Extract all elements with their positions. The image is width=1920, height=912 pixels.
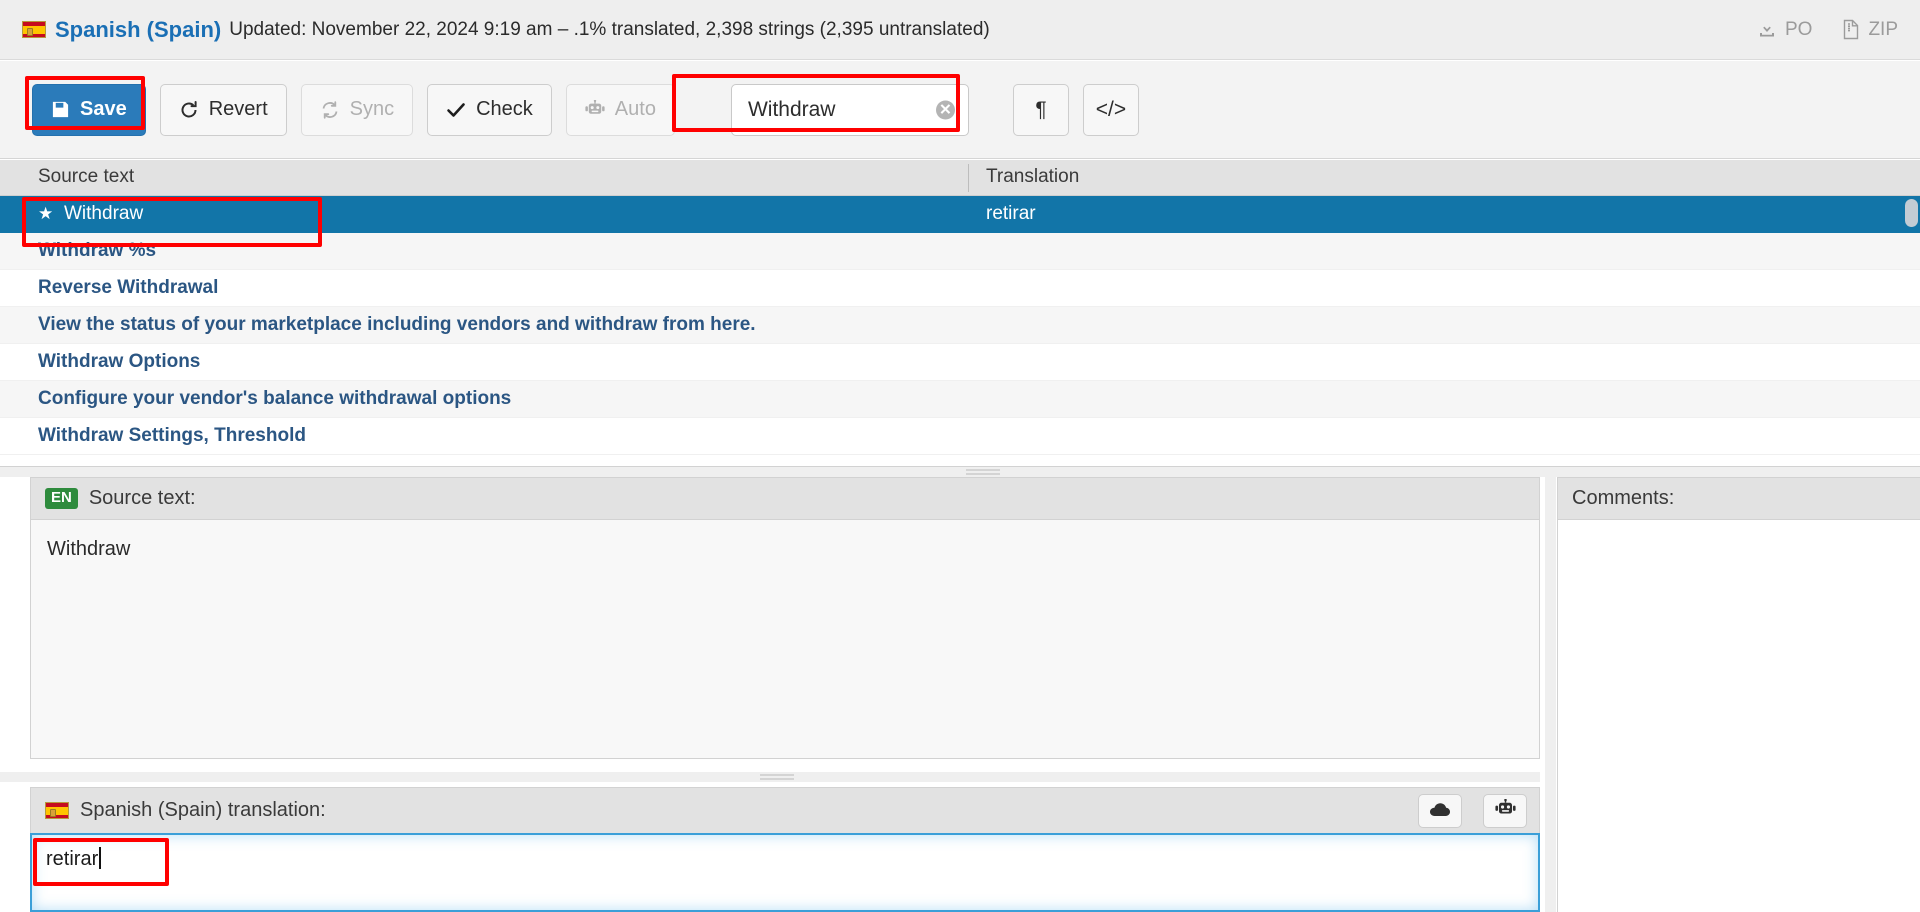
check-label: Check bbox=[476, 98, 533, 120]
star-icon[interactable]: ★ bbox=[38, 204, 53, 224]
header-download-links: PO ZIP bbox=[1757, 19, 1898, 41]
source-text-panel: EN Source text: Withdraw bbox=[30, 477, 1540, 759]
sync-label: Sync bbox=[349, 98, 395, 120]
column-header-source[interactable]: Source text bbox=[38, 166, 134, 188]
string-list[interactable]: ★ Withdraw retirar Withdraw %s Reverse Withd… bbox=[0, 196, 1920, 467]
row-source-text: View the status of your marketplace incl… bbox=[38, 314, 756, 335]
pilcrow-icon: ¶ bbox=[1035, 97, 1047, 121]
comments-panel: Comments: bbox=[1557, 477, 1920, 912]
language-title[interactable]: Spanish (Spain) bbox=[55, 17, 221, 43]
auto-translate-button[interactable] bbox=[1483, 793, 1527, 828]
table-row[interactable]: ★ Withdraw retirar bbox=[0, 196, 1920, 233]
check-button[interactable]: Check bbox=[427, 83, 552, 136]
save-label: Save bbox=[80, 98, 127, 120]
file-zip-icon bbox=[1842, 19, 1860, 40]
show-code-button[interactable]: </> bbox=[1082, 83, 1139, 136]
comments-content[interactable] bbox=[1558, 520, 1920, 912]
spain-flag-icon bbox=[45, 802, 69, 819]
row-translation-text: retirar bbox=[986, 203, 1036, 224]
robot-icon bbox=[585, 100, 605, 119]
column-header-translation[interactable]: Translation bbox=[986, 166, 1079, 188]
table-row[interactable]: Configure your vendor's balance withdraw… bbox=[0, 381, 1920, 418]
source-text-content[interactable]: Withdraw bbox=[31, 520, 1539, 758]
clear-circle-icon[interactable]: ✕ bbox=[935, 100, 955, 119]
row-source-text: Reverse Withdrawal bbox=[38, 277, 219, 298]
table-row[interactable]: Withdraw Options bbox=[0, 344, 1920, 381]
main-comments-splitter[interactable] bbox=[1545, 477, 1556, 912]
column-divider[interactable] bbox=[968, 164, 969, 192]
sync-button[interactable]: Sync bbox=[300, 83, 414, 136]
download-po-label: PO bbox=[1784, 18, 1813, 40]
source-text-label: Source text: bbox=[88, 487, 196, 509]
splitter-grip bbox=[760, 774, 794, 780]
source-text-panel-header: EN Source text: bbox=[31, 478, 1539, 520]
row-source-text: Withdraw bbox=[64, 203, 144, 224]
translation-input[interactable]: retirar bbox=[30, 833, 1540, 912]
download-icon bbox=[1757, 20, 1777, 40]
translation-panel-header: Spanish (Spain) translation: bbox=[30, 787, 1540, 833]
code-icon: </> bbox=[1095, 97, 1127, 121]
refresh-cw-icon bbox=[179, 100, 199, 120]
download-po-link[interactable]: PO bbox=[1757, 19, 1812, 41]
table-row[interactable]: View the status of your marketplace incl… bbox=[0, 307, 1920, 344]
cloud-icon bbox=[1429, 801, 1451, 820]
revert-label: Revert bbox=[208, 98, 268, 120]
editor-toolbar: Save Revert Sync Check Auto Withdraw ✕ ¶… bbox=[0, 61, 1920, 159]
auto-button[interactable]: Auto bbox=[565, 83, 675, 136]
floppy-disk-icon bbox=[51, 100, 70, 119]
search-container: ✕ bbox=[730, 83, 969, 136]
row-source-text: Configure your vendor's balance withdraw… bbox=[38, 388, 512, 409]
row-source-text: Withdraw %s bbox=[38, 240, 157, 261]
save-button[interactable]: Save bbox=[32, 83, 146, 136]
auto-label: Auto bbox=[614, 98, 656, 120]
translation-value: retirar bbox=[46, 848, 99, 870]
table-row[interactable]: Withdraw %s bbox=[0, 233, 1920, 270]
comments-label: Comments: bbox=[1572, 487, 1675, 509]
splitter-grip bbox=[966, 469, 1000, 475]
translation-editor-window: Spanish (Spain) Updated: November 22, 20… bbox=[0, 0, 1920, 912]
row-source-text: Withdraw Options bbox=[38, 351, 201, 372]
header-meta-text: Updated: November 22, 2024 9:19 am – .1%… bbox=[229, 18, 990, 40]
robot-icon bbox=[1494, 798, 1516, 822]
download-zip-label: ZIP bbox=[1868, 18, 1898, 40]
list-scrollbar-thumb[interactable] bbox=[1905, 199, 1918, 227]
spain-flag-icon bbox=[22, 21, 46, 38]
table-row[interactable]: Withdraw Settings, Threshold bbox=[0, 418, 1920, 455]
string-list-header: Source text Translation bbox=[0, 160, 1920, 196]
show-paragraph-marks-button[interactable]: ¶ bbox=[1012, 83, 1069, 136]
translation-memory-button[interactable] bbox=[1418, 793, 1462, 828]
list-source-splitter[interactable] bbox=[0, 467, 1920, 477]
revert-button[interactable]: Revert bbox=[159, 83, 287, 136]
list-scrollbar[interactable] bbox=[1904, 197, 1918, 467]
page-header: Spanish (Spain) Updated: November 22, 20… bbox=[0, 0, 1920, 60]
source-translation-splitter[interactable] bbox=[0, 772, 1540, 782]
table-row[interactable]: Reverse Withdrawal bbox=[0, 270, 1920, 307]
download-zip-link[interactable]: ZIP bbox=[1842, 19, 1898, 41]
source-language-badge: EN bbox=[45, 488, 78, 509]
checkmark-icon bbox=[446, 101, 466, 119]
comments-panel-header: Comments: bbox=[1558, 478, 1920, 520]
row-source-text: Withdraw Settings, Threshold bbox=[38, 425, 306, 446]
text-caret bbox=[99, 847, 102, 869]
translation-label: Spanish (Spain) translation: bbox=[80, 799, 326, 821]
sync-icon bbox=[320, 100, 340, 120]
search-input[interactable] bbox=[730, 83, 969, 136]
